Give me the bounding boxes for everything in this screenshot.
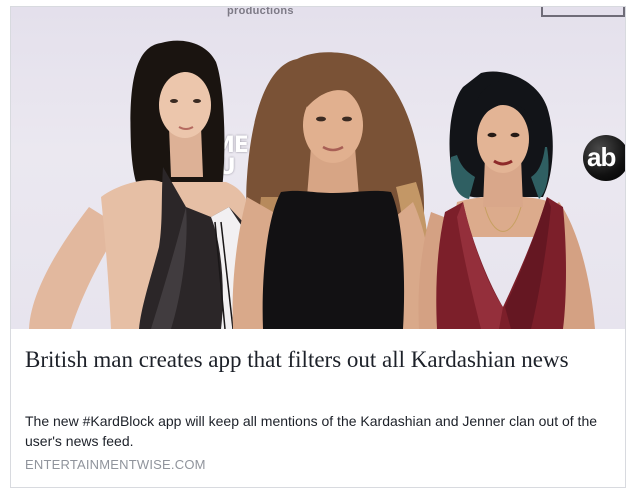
person-left	[29, 40, 253, 329]
person-right	[418, 71, 595, 329]
article-photo[interactable]: productions AME MU ab	[11, 7, 625, 329]
link-preview-card[interactable]: productions AME MU ab	[10, 6, 626, 488]
article-headline[interactable]: British man creates app that filters out…	[25, 345, 615, 374]
link-preview-text[interactable]: British man creates app that filters out…	[11, 329, 625, 487]
article-domain: ENTERTAINMENTWISE.COM	[25, 457, 206, 472]
people-illustration	[29, 40, 595, 329]
article-description: The new #KardBlock app will keep all men…	[25, 413, 598, 449]
person-middle	[232, 52, 435, 329]
